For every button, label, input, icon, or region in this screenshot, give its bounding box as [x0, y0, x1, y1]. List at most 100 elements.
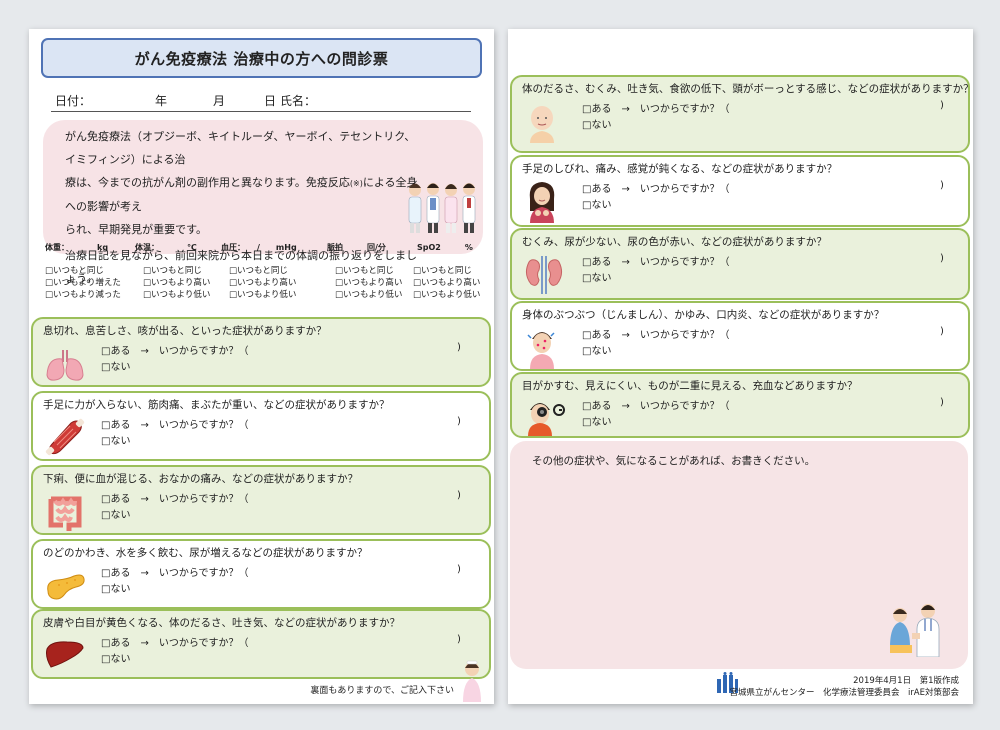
paren-close: )	[940, 100, 944, 111]
answer-yes-checkbox[interactable]: □ある → いつからですか？（	[101, 416, 249, 431]
paren-close: )	[940, 253, 944, 264]
title-text: がん免疫療法 治療中の方への問診票	[134, 49, 389, 68]
question-text: 目がかすむ、見えにくい、ものが二重に見える、充血などありますか？	[522, 380, 858, 392]
page-title: がん免疫療法 治療中の方への問診票	[41, 38, 482, 78]
creation-date: 2019年4月1日 第1版作成	[853, 676, 959, 686]
question-box-numbness: 手足のしびれ、痛み、感覚が鈍くなる、などの症状がありますか？ □ある → いつか…	[510, 155, 970, 227]
intestine-icon	[48, 496, 82, 531]
question-box-liver: 皮膚や白目が黄色くなる、体のだるさ、吐き気、などの症状がありますか？ □ある →…	[31, 609, 491, 679]
temp-option-same[interactable]: □いつもと同じ	[143, 264, 202, 276]
other-symptoms-prompt: その他の症状や、気になることがあれば、お書きください。	[532, 455, 816, 467]
year-label: 年	[155, 94, 168, 108]
answer-no-checkbox[interactable]: □ない	[101, 650, 130, 665]
yes-label: □ある	[582, 104, 612, 115]
organization-name: 宮城県立がんセンター 化学療法管理委員会 irAE対策部会	[729, 688, 959, 698]
spo2-option-same[interactable]: □いつもと同じ	[413, 264, 472, 276]
paren-close: )	[940, 326, 944, 337]
question-box-rash: 身体のぶつぶつ（じんましん）、かゆみ、口内炎、などの症状がありますか？ □ある …	[510, 301, 970, 371]
arrow-icon: →	[140, 420, 149, 431]
paren-close: )	[457, 634, 461, 645]
answer-no-checkbox[interactable]: □ない	[101, 580, 130, 595]
vital-bp-label: 血圧： / mHg	[221, 243, 297, 252]
spo2-option-low[interactable]: □いつもより低い	[413, 288, 480, 300]
question-box-breathing: 息切れ、息苦しさ、咳が出る、といった症状がありますか？ □ある → いつからです…	[31, 317, 491, 387]
answer-yes-checkbox[interactable]: □ある → いつからですか？（	[582, 326, 730, 341]
month-label: 月	[213, 94, 226, 108]
answer-yes-checkbox[interactable]: □ある → いつからですか？（	[101, 490, 249, 505]
since-when-label: いつからですか？（	[639, 184, 730, 195]
since-when-label: いつからですか？（	[639, 257, 730, 268]
intro-line-1: がん免疫療法（オプジーボ、キイトルーダ、ヤーボイ、テセントリク、イミフィンジ）に…	[65, 130, 416, 166]
question-text: 手足のしびれ、痛み、感覚が鈍くなる、などの症状がありますか？	[522, 163, 838, 175]
eye-test-icon	[528, 403, 565, 436]
answer-yes-checkbox[interactable]: □ある → いつからですか？（	[582, 397, 730, 412]
answer-no-checkbox[interactable]: □ない	[582, 413, 611, 428]
paren-close: )	[457, 416, 461, 427]
back-side-note: 裏面もありますので、ご記入下さい	[310, 686, 454, 696]
bp-option-high[interactable]: □いつもより高い	[229, 276, 296, 288]
question-text: のどのかわき、水を多く飲む、尿が増えるなどの症状がありますか？	[43, 547, 368, 559]
question-text: 皮膚や白目が黄色くなる、体のだるさ、吐き気、などの症状がありますか？	[43, 617, 400, 629]
question-box-kidney: むくみ、尿が少ない、尿の色が赤い、などの症状がありますか？ □ある → いつから…	[510, 228, 970, 300]
yes-label: □ある	[101, 346, 131, 357]
answer-no-checkbox[interactable]: □ない	[582, 269, 611, 284]
answer-yes-checkbox[interactable]: □ある → いつからですか？（	[101, 634, 249, 649]
yes-label: □ある	[582, 184, 612, 195]
day-label: 日	[264, 94, 277, 108]
weight-option-down[interactable]: □いつもより減った	[45, 288, 121, 300]
arrow-icon: →	[621, 104, 630, 115]
intro-line-2: 療は、今までの抗がん剤の副作用と異なります。免疫反応(※)による全身への影響が考…	[65, 171, 423, 218]
arrow-icon: →	[621, 184, 630, 195]
weight-option-same[interactable]: □いつもと同じ	[45, 264, 104, 276]
doctor-patient-icon	[890, 604, 940, 657]
pulse-option-same[interactable]: □いつもと同じ	[335, 264, 394, 276]
vital-weight-label: 体重： kg	[45, 243, 109, 252]
date-name-line: 日付： 年 月 日 氏名：	[51, 90, 471, 112]
paren-close: )	[940, 397, 944, 408]
answer-no-checkbox[interactable]: □ない	[101, 432, 130, 447]
question-text: 息切れ、息苦しさ、咳が出る、といった症状がありますか？	[43, 325, 327, 337]
since-when-label: いつからですか？（	[639, 104, 730, 115]
answer-yes-checkbox[interactable]: □ある → いつからですか？（	[101, 342, 249, 357]
spo2-option-high[interactable]: □いつもより高い	[413, 276, 480, 288]
bp-option-low[interactable]: □いつもより低い	[229, 288, 296, 300]
since-when-label: いつからですか？（	[158, 638, 249, 649]
question-text: 下痢、便に血が混じる、おなかの痛み、などの症状がありますか？	[43, 473, 358, 485]
other-symptoms-area[interactable]: その他の症状や、気になることがあれば、お書きください。	[510, 441, 968, 669]
answer-no-checkbox[interactable]: □ない	[582, 342, 611, 357]
arrow-icon: →	[140, 494, 149, 505]
bald-person-icon	[530, 106, 554, 143]
temp-option-low[interactable]: □いつもより低い	[143, 288, 210, 300]
answer-yes-checkbox[interactable]: □ある → いつからですか？（	[101, 564, 249, 579]
bp-option-same[interactable]: □いつもと同じ	[229, 264, 288, 276]
question-text: 身体のぶつぶつ（じんましん）、かゆみ、口内炎、などの症状がありますか？	[522, 309, 885, 321]
pulse-option-low[interactable]: □いつもより低い	[335, 288, 402, 300]
lungs-icon	[46, 350, 84, 381]
temp-option-high[interactable]: □いつもより高い	[143, 276, 210, 288]
arrow-icon: →	[140, 568, 149, 579]
intro-box: がん免疫療法（オプジーボ、キイトルーダ、ヤーボイ、テセントリク、イミフィンジ）に…	[43, 120, 483, 285]
weight-option-up[interactable]: □いつもより増えた	[45, 276, 121, 288]
yes-label: □ある	[582, 257, 612, 268]
answer-no-checkbox[interactable]: □ない	[582, 116, 611, 131]
question-box-intestine: 下痢、便に血が混じる、おなかの痛み、などの症状がありますか？ □ある → いつか…	[31, 465, 491, 535]
question-box-fatigue: 体のだるさ、むくみ、吐き気、食欲の低下、頭がボーっとする感じ、などの症状がありま…	[510, 75, 970, 153]
paren-close: )	[457, 342, 461, 353]
intro-note-mark: (※)	[349, 179, 363, 188]
itchy-person-icon	[527, 332, 555, 369]
pulse-option-high[interactable]: □いつもより高い	[335, 276, 402, 288]
yes-label: □ある	[582, 401, 612, 412]
answer-yes-checkbox[interactable]: □ある → いつからですか？（	[582, 100, 730, 115]
arrow-icon: →	[140, 638, 149, 649]
yes-label: □ある	[101, 638, 131, 649]
arrow-icon: →	[140, 346, 149, 357]
answer-yes-checkbox[interactable]: □ある → いつからですか？（	[582, 180, 730, 195]
answer-no-checkbox[interactable]: □ない	[101, 358, 130, 373]
woman-icon	[529, 182, 555, 223]
arrow-icon: →	[621, 330, 630, 341]
answer-no-checkbox[interactable]: □ない	[101, 506, 130, 521]
answer-no-checkbox[interactable]: □ない	[582, 196, 611, 211]
answer-yes-checkbox[interactable]: □ある → いつからですか？（	[582, 253, 730, 268]
since-when-label: いつからですか？（	[158, 494, 249, 505]
vital-temp-label: 体温： ℃	[135, 243, 197, 252]
